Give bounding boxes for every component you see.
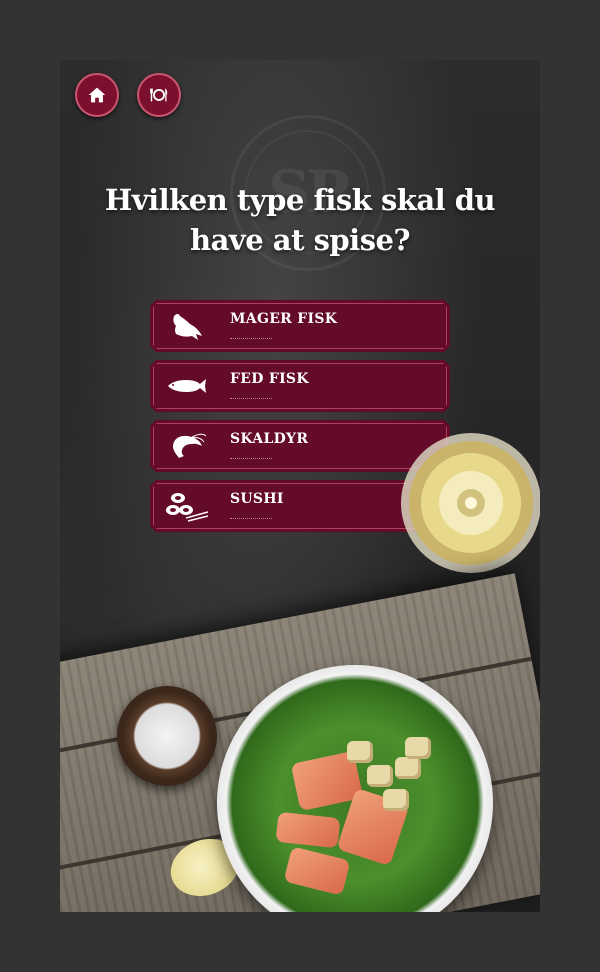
option-fed-fisk[interactable]: FED FISK [150, 360, 450, 412]
fatty-fish-icon [164, 368, 208, 404]
divider [230, 338, 272, 339]
divider [230, 458, 272, 459]
salmon-piece [275, 811, 341, 849]
plate-cutlery-icon [150, 88, 168, 102]
option-label: SKALDYR [230, 431, 309, 447]
crouton [395, 757, 421, 779]
option-label: SUSHI [230, 491, 284, 507]
option-label: FED FISK [230, 371, 309, 387]
menu-button[interactable] [137, 73, 181, 117]
page-title: Hvilken type fisk skal du have at spise? [100, 180, 500, 260]
title-line-2: have at spise? [190, 223, 410, 257]
salt-bowl-image [117, 686, 217, 786]
home-button[interactable] [75, 73, 119, 117]
lean-fish-icon [164, 308, 208, 344]
option-label: MAGER FISK [230, 311, 338, 327]
title-line-1: Hvilken type fisk skal du [104, 183, 496, 217]
crouton [383, 789, 409, 811]
wine-glass-image [401, 433, 540, 573]
option-mager-fisk[interactable]: MAGER FISK [150, 300, 450, 352]
app-screen: SP Hvilken type fisk skal du have at spi… [60, 60, 540, 912]
sushi-icon [164, 488, 208, 524]
crouton [347, 741, 373, 763]
divider [230, 518, 272, 519]
shrimp-icon [164, 428, 208, 464]
divider [230, 398, 272, 399]
crouton [405, 737, 431, 759]
home-icon [88, 87, 106, 103]
salmon-piece [283, 846, 351, 896]
crouton [367, 765, 393, 787]
